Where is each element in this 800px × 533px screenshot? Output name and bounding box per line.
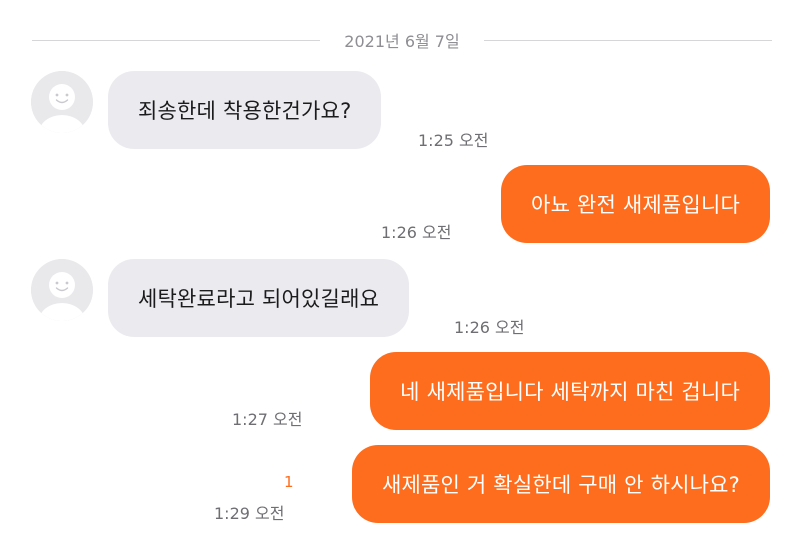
unread-count-badge: 1 [284, 473, 294, 491]
message-bubble-outgoing[interactable]: 네 새제품입니다 세탁까지 마친 겁니다 [370, 352, 770, 430]
message-bubble-outgoing[interactable]: 아뇨 완전 새제품입니다 [501, 165, 770, 243]
message-time: 1:25 오전 [418, 131, 489, 150]
default-profile-icon [31, 259, 93, 321]
divider-line [483, 39, 773, 41]
date-separator: 2021년 6월 7일 [32, 26, 773, 54]
message-text: 네 새제품입니다 세탁까지 마친 겁니다 [400, 380, 740, 404]
message-text: 죄송한데 착용한건가요? [138, 99, 352, 123]
default-profile-icon [31, 71, 93, 133]
message-text: 세탁완료라고 되어있길래요 [138, 287, 380, 311]
message-text: 새제품인 거 확실한데 구매 안 하시나요? [381, 473, 740, 497]
message-time: 1:27 오전 [232, 410, 303, 429]
message-time: 1:26 오전 [381, 223, 452, 242]
avatar[interactable] [31, 71, 93, 133]
message-bubble-incoming[interactable]: 죄송한데 착용한건가요? [108, 71, 382, 149]
date-label: 2021년 6월 7일 [344, 32, 460, 51]
message-bubble-outgoing[interactable]: 새제품인 거 확실한데 구매 안 하시나요? [351, 445, 770, 523]
message-time: 1:29 오전 [214, 504, 285, 523]
chat-screen: 2021년 6월 7일 죄송한데 착용한건가요? 1:25 오전 아뇨 완전 새… [0, 0, 800, 533]
divider-line [32, 39, 321, 41]
avatar[interactable] [31, 259, 93, 321]
message-bubble-incoming[interactable]: 세탁완료라고 되어있길래요 [108, 259, 410, 337]
message-time: 1:26 오전 [454, 318, 525, 337]
message-text: 아뇨 완전 새제품입니다 [531, 193, 740, 217]
